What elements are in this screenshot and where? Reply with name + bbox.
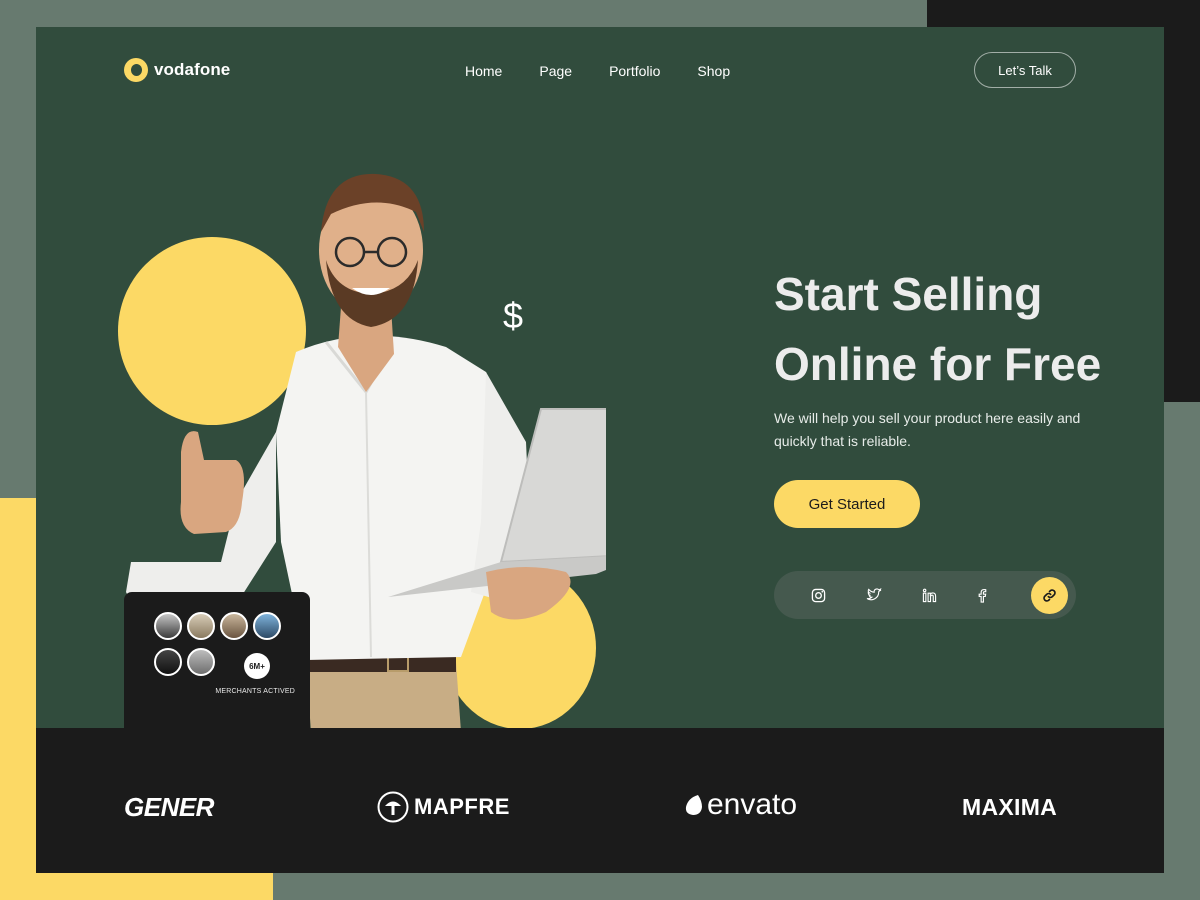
merchants-count-badge: 6M+ xyxy=(244,653,270,679)
nav-home[interactable]: Home xyxy=(465,63,502,79)
merchant-avatar xyxy=(154,648,182,676)
hero-title-line1: Start Selling xyxy=(774,268,1043,320)
twitter-icon[interactable] xyxy=(862,583,886,607)
merchant-avatar xyxy=(220,612,248,640)
instagram-icon[interactable] xyxy=(806,583,830,607)
brand-name: vodafone xyxy=(154,60,231,79)
merchant-avatar xyxy=(187,648,215,676)
mapfre-logo-text: MAPFRE xyxy=(414,794,510,819)
link-icon[interactable] xyxy=(1031,577,1068,614)
envato-logo-text: envato xyxy=(707,788,798,821)
merchants-label: MERCHANTS ACTIVED xyxy=(215,688,295,695)
envato-logo: envato xyxy=(684,788,797,822)
get-started-button[interactable]: Get Started xyxy=(774,480,920,528)
vodafone-logo-icon xyxy=(124,58,148,82)
nav-page[interactable]: Page xyxy=(539,63,572,79)
mapfre-emblem-icon xyxy=(377,791,409,823)
nav-portfolio[interactable]: Portfolio xyxy=(609,63,660,79)
merchant-avatar xyxy=(187,612,215,640)
brand-logo[interactable]: vodafone xyxy=(124,58,230,82)
social-links-bar xyxy=(774,571,1076,619)
partner-logos-strip: GENER MAPFRE envato MAXIMA xyxy=(36,728,1164,873)
hero-title-line2: Online for Free xyxy=(774,338,1102,390)
nav-shop[interactable]: Shop xyxy=(697,63,730,79)
gener-logo: GENER xyxy=(124,792,214,822)
hero-description: We will help you sell your product here … xyxy=(774,410,1081,449)
merchant-avatar xyxy=(154,612,182,640)
facebook-icon[interactable] xyxy=(970,583,994,607)
merchant-avatar xyxy=(253,612,281,640)
linkedin-icon[interactable] xyxy=(917,583,941,607)
main-nav: Home Page Portfolio Shop xyxy=(465,63,730,79)
mapfre-logo: MAPFRE xyxy=(377,791,510,823)
maxima-logo: MAXIMA xyxy=(962,794,1058,820)
lets-talk-button[interactable]: Let’s Talk xyxy=(974,52,1076,88)
merchants-card: 6M+ MERCHANTS ACTIVED xyxy=(124,592,310,732)
hero-headline: Start Selling Online for Free xyxy=(774,259,1154,399)
landing-page-card: vodafone Home Page Portfolio Shop Let’s … xyxy=(36,27,1164,873)
envato-leaf-icon xyxy=(685,795,702,815)
